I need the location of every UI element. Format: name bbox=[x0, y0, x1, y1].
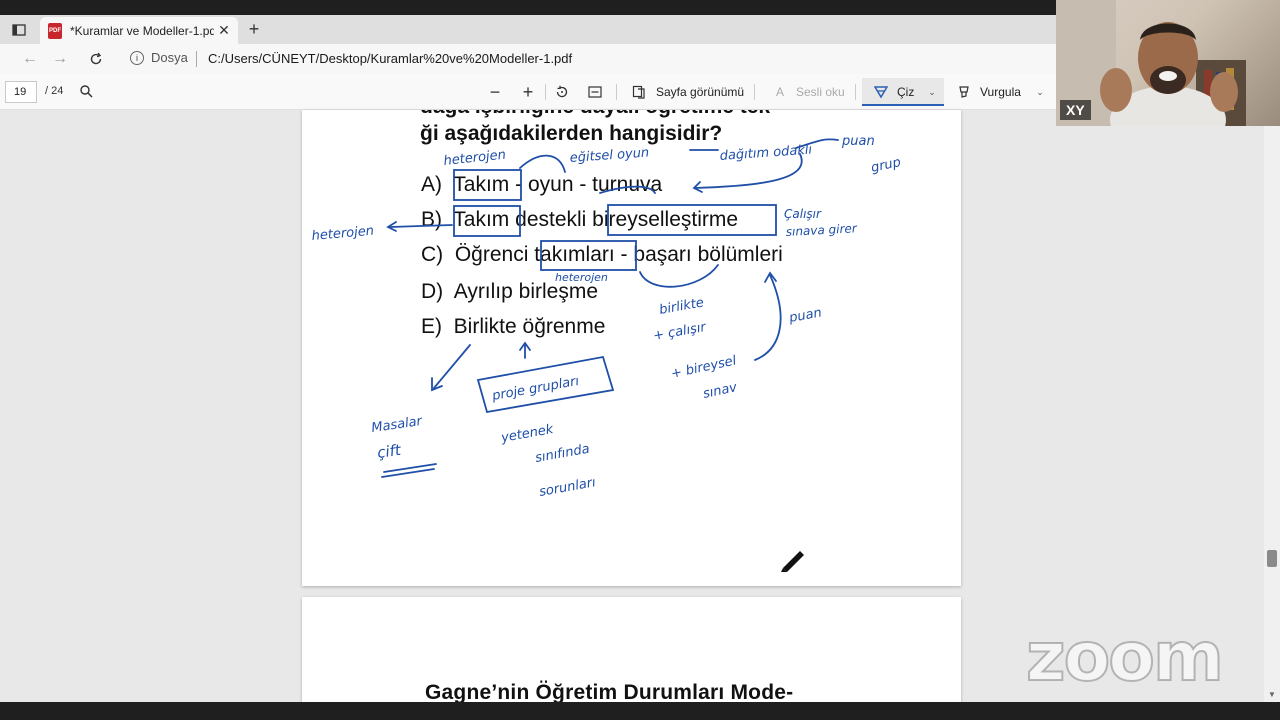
toolbar-divider bbox=[754, 84, 755, 100]
ink-note: + bireysel bbox=[670, 353, 738, 382]
draw-pen-icon bbox=[872, 82, 890, 102]
pen-cursor-icon bbox=[781, 551, 804, 572]
tab-actions-icon[interactable] bbox=[8, 21, 30, 39]
ink-note: birlikte bbox=[658, 295, 705, 318]
url-field[interactable]: C:/Users/CÜNEYT/Desktop/Kuramlar%20ve%20… bbox=[208, 51, 572, 66]
chevron-down-icon[interactable]: ⌄ bbox=[1034, 82, 1046, 102]
highlight-button[interactable]: Vurgula bbox=[980, 85, 1021, 99]
pdf-viewer[interactable]: dağa işbirliğine dayalı öğretime tek- ği… bbox=[0, 110, 1280, 707]
ink-arrow bbox=[599, 185, 656, 194]
chevron-down-icon[interactable]: ⌄ bbox=[926, 82, 938, 102]
page-view-icon[interactable] bbox=[630, 82, 648, 102]
toolbar-divider bbox=[616, 84, 617, 100]
read-aloud-button[interactable]: Sesli oku bbox=[796, 85, 845, 99]
ink-note: sorunları bbox=[538, 475, 597, 500]
rotate-icon[interactable] bbox=[553, 82, 571, 102]
pdf-page: Gagne’nin Öğretim Durumları Mode- bbox=[302, 597, 961, 707]
fit-width-icon[interactable] bbox=[586, 82, 604, 102]
ink-note: proje grupları bbox=[490, 374, 581, 404]
ink-note: Çalışır bbox=[784, 207, 822, 221]
new-tab-button[interactable]: + bbox=[244, 19, 264, 39]
scroll-thumb[interactable] bbox=[1267, 550, 1277, 567]
tab-pdf[interactable]: PDF *Kuramlar ve Modeller-1.pdf ✕ bbox=[40, 17, 238, 44]
info-icon: i bbox=[130, 50, 144, 65]
search-icon[interactable] bbox=[78, 82, 94, 102]
ink-arrow bbox=[433, 344, 471, 389]
toolbar-divider bbox=[855, 84, 856, 100]
zoom-in-icon[interactable]: + bbox=[519, 82, 537, 102]
highlight-icon bbox=[955, 82, 973, 102]
ink-box bbox=[453, 205, 521, 237]
ink-note: grup bbox=[870, 155, 903, 176]
ink-note: + çalışır bbox=[652, 320, 709, 344]
page-number-input[interactable]: 19 bbox=[5, 81, 37, 103]
ink-arrow bbox=[389, 224, 453, 228]
forward-icon[interactable]: → bbox=[48, 48, 72, 70]
back-icon[interactable]: ← bbox=[18, 48, 42, 70]
read-aloud-icon: A bbox=[775, 85, 784, 99]
ink-box bbox=[540, 240, 637, 271]
tab-strip: PDF *Kuramlar ve Modeller-1.pdf ✕ + bbox=[0, 15, 1056, 44]
ink-arrow bbox=[754, 274, 782, 361]
site-info[interactable]: i Dosya bbox=[130, 50, 188, 65]
ink-note: heterojen bbox=[443, 148, 507, 169]
webcam-video: XY bbox=[1056, 0, 1280, 126]
ink-note: çift bbox=[376, 441, 403, 462]
page-total: / 24 bbox=[45, 85, 64, 97]
screen: PDF *Kuramlar ve Modeller-1.pdf ✕ + ← → … bbox=[0, 0, 1280, 720]
ink-note: puan bbox=[841, 134, 875, 149]
ink-note: Masalar bbox=[370, 414, 424, 436]
window-bottom-bar bbox=[0, 702, 1280, 720]
ink-note: dağıtım odaklı bbox=[719, 143, 813, 164]
pdf-toolbar: 19 / 24 − + Sayfa görünümü A Sesli oku Ç… bbox=[0, 74, 1056, 110]
address-bar: ← → i Dosya C:/Users/CÜNEYT/Desktop/Kura… bbox=[0, 44, 1056, 74]
ink-note: puan bbox=[787, 305, 823, 326]
ink-note: yetenek bbox=[499, 422, 555, 446]
vertical-scrollbar[interactable]: ▲ ▼ bbox=[1264, 110, 1280, 702]
url-divider bbox=[196, 51, 197, 67]
ink-box bbox=[607, 204, 777, 236]
ink-arrow bbox=[639, 264, 719, 288]
ink-note: heterojen bbox=[311, 224, 375, 244]
scroll-down-icon[interactable]: ▼ bbox=[1268, 690, 1276, 699]
ink-box bbox=[453, 169, 522, 201]
toolbar-divider bbox=[545, 84, 546, 100]
refresh-icon[interactable] bbox=[84, 48, 108, 70]
site-label: Dosya bbox=[151, 50, 188, 65]
draw-label: Çiz bbox=[897, 85, 915, 99]
ink-arrow bbox=[519, 154, 566, 173]
ink-note: sınav bbox=[702, 380, 739, 402]
ink-note: eğitsel oyun bbox=[569, 145, 649, 166]
zoom-out-icon[interactable]: − bbox=[486, 82, 504, 102]
ink-note: sınava girer bbox=[785, 221, 858, 239]
zoom-watermark: zoom bbox=[1025, 617, 1225, 698]
participant-name: XY bbox=[1060, 100, 1091, 120]
page-view-button[interactable]: Sayfa görünümü bbox=[656, 85, 744, 99]
ink-note: heterojen bbox=[555, 271, 608, 284]
ink-note: sınıfında bbox=[534, 442, 591, 466]
tab-close-icon[interactable]: ✕ bbox=[214, 22, 234, 39]
pdf-file-icon: PDF bbox=[48, 22, 62, 39]
tab-title: *Kuramlar ve Modeller-1.pdf bbox=[70, 23, 214, 38]
